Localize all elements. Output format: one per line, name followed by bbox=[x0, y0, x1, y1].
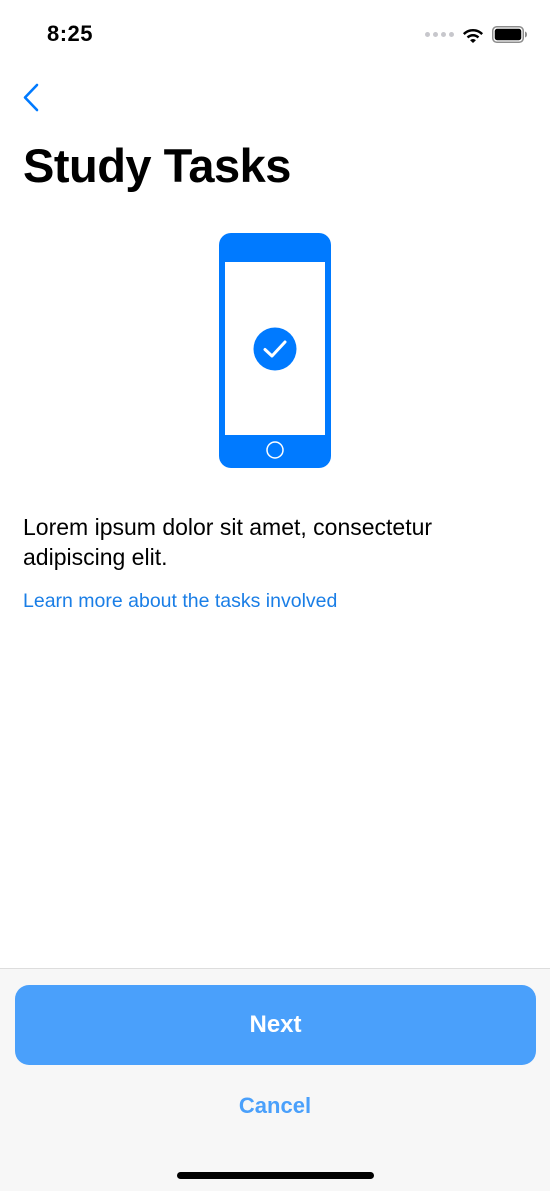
wifi-icon bbox=[463, 28, 483, 43]
back-button[interactable] bbox=[18, 80, 48, 116]
battery-icon bbox=[492, 25, 527, 43]
next-button[interactable]: Next bbox=[15, 985, 536, 1065]
page-title: Study Tasks bbox=[23, 139, 291, 192]
signal-icon bbox=[425, 31, 454, 37]
chevron-left-icon bbox=[23, 83, 39, 112]
phone-checkmark-icon bbox=[219, 233, 331, 468]
study-tasks-screen: 8:25 Study Tasks Lorem ipsum dolor sit a… bbox=[0, 0, 550, 1191]
status-bar: 8:25 bbox=[0, 0, 550, 68]
status-time: 8:25 bbox=[47, 21, 94, 46]
illustration bbox=[219, 233, 331, 468]
footer: Next Cancel bbox=[0, 968, 550, 1191]
status-icons bbox=[425, 24, 528, 44]
body-text: Lorem ipsum dolor sit amet, consectetur … bbox=[23, 514, 433, 570]
home-indicator bbox=[177, 1172, 374, 1179]
cancel-button[interactable]: Cancel bbox=[175, 1086, 375, 1126]
learn-more-link[interactable]: Learn more about the tasks involved bbox=[23, 590, 337, 613]
